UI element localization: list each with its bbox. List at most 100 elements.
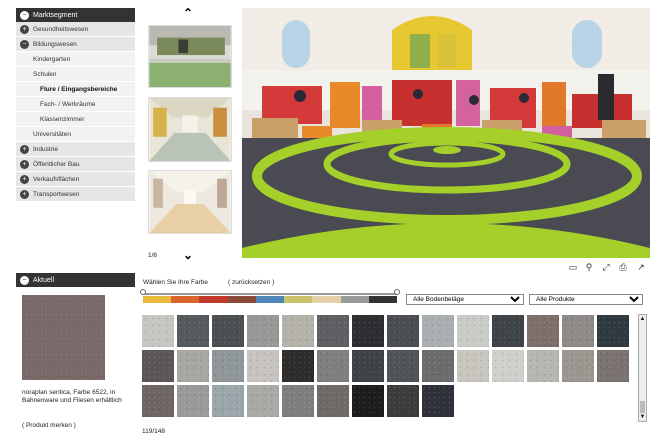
collapse-icon: − [20,39,29,49]
scroll-up-icon[interactable]: ▲ [639,315,646,323]
sidebar-item-label: Industrie [33,145,58,153]
swatch-tile[interactable] [561,349,595,383]
swatch-tile[interactable] [351,349,385,383]
color-filter-option[interactable] [340,296,369,303]
sidebar-header[interactable]: − Marktsegment [16,8,135,22]
expand-icon: + [20,24,29,34]
scroll-thumb[interactable] [640,401,645,413]
expand-icon: + [20,144,29,154]
swatch-scrollbar[interactable]: ▲ ▼ [638,314,647,422]
swatch-tile[interactable] [421,349,455,383]
sidebar-item-klassenzimmer[interactable]: Klassenzimmer [16,112,135,127]
thumbnail-1[interactable] [148,25,232,88]
swatch-tile[interactable] [176,314,210,348]
swatch-tile[interactable] [386,314,420,348]
swatch-tile[interactable] [386,349,420,383]
main-room-photo [242,8,650,258]
swatch-tile[interactable] [421,314,455,348]
chevron-up-icon[interactable]: ⌃ [183,7,193,19]
swatch-tile[interactable] [141,314,175,348]
thumbnail-2[interactable] [148,97,232,162]
flooring-select[interactable]: Alle Bodenbeläge [406,294,524,305]
collapse-icon: − [20,275,29,285]
swatch-tile[interactable] [456,314,490,348]
sidebar-item-label: Bildungswesen [33,40,77,48]
swatch-tile[interactable] [141,384,175,418]
swatch-tile[interactable] [246,314,280,348]
print-icon[interactable]: ⎙ [618,262,628,272]
swatch-tile[interactable] [211,384,245,418]
swatch-tile[interactable] [526,314,560,348]
monitor-icon[interactable]: ▭ [568,262,578,272]
color-filter-option[interactable] [143,296,172,303]
color-slider-left-handle[interactable] [140,289,146,295]
sidebar-item-verkaufsflaechen[interactable]: + Verkaufsflächen [16,172,135,187]
swatch-tile[interactable] [316,349,350,383]
sidebar-header-label: Marktsegment [33,11,78,19]
sidebar-item-label: Transportwesen [33,190,80,198]
bookmark-product-button[interactable]: ( Produkt merken ) [22,422,76,429]
scroll-down-icon[interactable]: ▼ [639,413,646,421]
zoom-icon[interactable]: ⚲ [584,262,594,272]
swatch-tile[interactable] [526,349,560,383]
collapse-icon: − [20,10,29,20]
thumbnail-3[interactable] [148,170,232,234]
color-filter-label: Wählen Sie Ihre Farbe [143,279,209,286]
swatch-tile[interactable] [561,314,595,348]
sidebar-item-gesundheitswesen[interactable]: + Gesundheitswesen [16,22,135,37]
sidebar-item-flure[interactable]: Flure / Eingangsbereiche [16,82,135,97]
chevron-down-icon[interactable]: ⌄ [183,249,193,261]
color-filter-option[interactable] [284,296,313,303]
color-filter-option[interactable] [171,296,200,303]
fullscreen-icon[interactable]: ⤢ [601,262,611,272]
sidebar-item-kindergarten[interactable]: Kindergarten [16,52,135,67]
swatch-tile[interactable] [281,314,315,348]
color-slider-track[interactable] [143,293,397,295]
swatch-tile[interactable] [351,384,385,418]
sidebar-item-label: Gesundheitswesen [33,25,89,33]
color-filter-option[interactable] [199,296,228,303]
sidebar-item-industrie[interactable]: + Industrie [16,142,135,157]
sidebar-item-bildungswesen[interactable]: − Bildungswesen [16,37,135,52]
color-filter-bar[interactable] [143,296,397,303]
product-select[interactable]: Alle Produkte [529,294,643,305]
share-icon[interactable]: ↗ [636,262,646,272]
reset-button[interactable]: ( zurücksetzen ) [228,279,274,286]
swatch-tile[interactable] [596,314,630,348]
swatch-tile[interactable] [316,314,350,348]
swatch-tile[interactable] [386,384,420,418]
sidebar-item-transportwesen[interactable]: + Transportwesen [16,187,135,202]
color-slider-right-handle[interactable] [394,289,400,295]
swatch-tile[interactable] [141,349,175,383]
swatch-tile[interactable] [456,349,490,383]
swatch-tile[interactable] [491,314,525,348]
swatch-tile[interactable] [176,384,210,418]
sidebar-item-fachraeume[interactable]: Fach- / Werkräume [16,97,135,112]
sidebar-item-schulen[interactable]: Schulen [16,67,135,82]
current-description: noraplan sentica, Farbe 6522, in Bahnenw… [22,389,122,404]
sidebar-item-label: Öffentlicher Bau [33,160,80,168]
swatch-tile[interactable] [281,384,315,418]
color-filter-option[interactable] [368,296,397,303]
expand-icon: + [20,159,29,169]
swatch-tile[interactable] [176,349,210,383]
color-filter-option[interactable] [312,296,341,303]
swatch-tile[interactable] [421,384,455,418]
swatch-tile[interactable] [246,349,280,383]
color-filter-option[interactable] [227,296,256,303]
expand-icon: + [20,174,29,184]
swatch-tile[interactable] [281,349,315,383]
swatch-tile[interactable] [596,349,630,383]
sidebar-item-label: Verkaufsflächen [33,175,80,183]
swatch-tile[interactable] [211,349,245,383]
color-filter-option[interactable] [255,296,285,303]
sidebar-item-oeffentlicher-bau[interactable]: + Öffentlicher Bau [16,157,135,172]
swatch-tile[interactable] [211,314,245,348]
swatch-tile[interactable] [351,314,385,348]
swatch-tile[interactable] [491,349,525,383]
current-swatch [22,295,105,380]
swatch-tile[interactable] [246,384,280,418]
sidebar-item-universitaeten[interactable]: Universitäten [16,127,135,142]
swatch-grid [141,314,636,419]
swatch-tile[interactable] [316,384,350,418]
